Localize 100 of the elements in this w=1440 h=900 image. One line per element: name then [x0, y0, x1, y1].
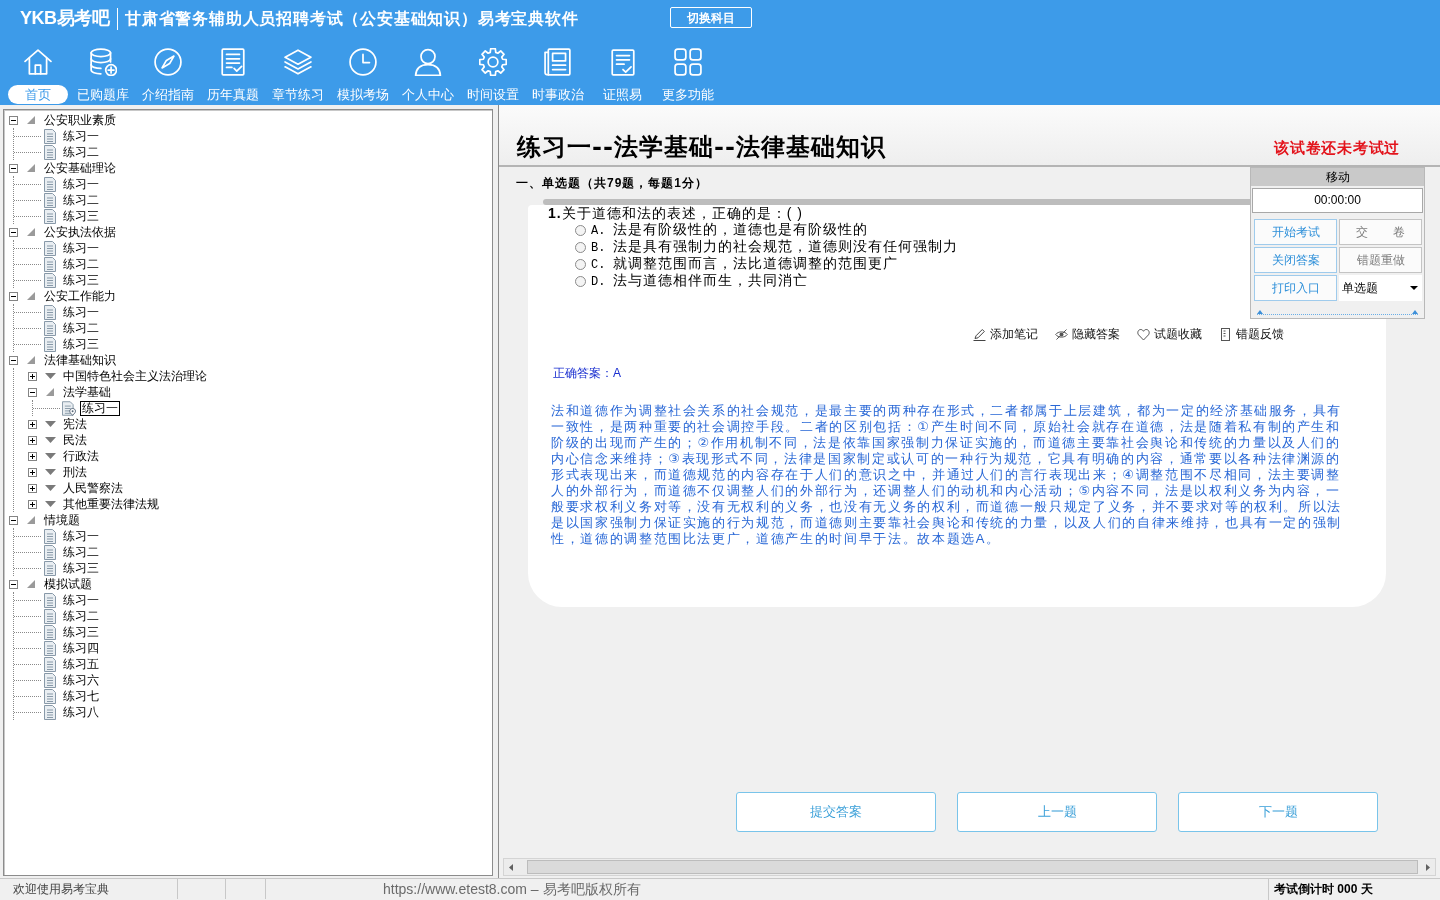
plus-box-icon[interactable] — [27, 435, 37, 445]
document-icon — [44, 688, 56, 704]
checklist-icon[interactable] — [608, 48, 637, 76]
clock-icon[interactable] — [348, 48, 377, 76]
plus-box-icon[interactable] — [27, 371, 37, 381]
plus-box-icon[interactable] — [27, 467, 37, 477]
welcome-text: 欢迎使用易考宝典 — [0, 879, 178, 899]
tree-node-label[interactable]: 公安工作能力 — [42, 288, 118, 304]
correct-answer: 正确答案：A — [553, 366, 621, 380]
tree-node-label[interactable]: 练习四 — [61, 640, 101, 656]
question-type-select[interactable]: 单选题 — [1339, 275, 1422, 301]
tree-node-label[interactable]: 法律基础知识 — [42, 352, 118, 368]
tree-node-label[interactable]: 练习五 — [61, 656, 101, 672]
radio-button[interactable] — [575, 225, 586, 236]
panel-button[interactable]: 打印入口 — [1254, 275, 1337, 301]
tree-node-label[interactable]: 练习二 — [61, 544, 101, 560]
newspaper-icon[interactable] — [543, 48, 572, 76]
tree-node-label[interactable]: 练习一 — [61, 240, 101, 256]
document-icon — [44, 592, 56, 608]
tree-node-label[interactable]: 练习三 — [61, 272, 101, 288]
plus-box-icon[interactable] — [27, 451, 37, 461]
tree-node-label[interactable]: 中国特色社会主义法治理论 — [61, 368, 209, 384]
triangle-icon — [27, 580, 35, 588]
tree-node-label[interactable]: 练习二 — [61, 320, 101, 336]
favorite-link[interactable]: 试题收藏 — [1137, 326, 1202, 342]
exam-title: 练习一--法学基础--法律基础知识 — [517, 132, 886, 162]
tree-node-label[interactable]: 宪法 — [61, 416, 89, 432]
tree-node-label[interactable]: 练习二 — [61, 192, 101, 208]
timer-display: 00:00:00 — [1252, 188, 1423, 213]
option-text: A. 法是有阶级性的，道德也是有阶级性的 — [591, 221, 868, 239]
note-link[interactable]: 添加笔记 — [973, 326, 1038, 342]
panel-title[interactable]: 移动 — [1251, 168, 1424, 186]
tree-node-label[interactable]: 练习一 — [61, 128, 101, 144]
person-icon[interactable] — [413, 48, 442, 76]
tree-node-label[interactable]: 人民警察法 — [61, 480, 125, 496]
tree-node-label[interactable]: 练习三 — [61, 560, 101, 576]
panel-button[interactable]: 关闭答案 — [1254, 247, 1337, 273]
tree-node-label[interactable]: 练习六 — [61, 672, 101, 688]
up-arrow-icon[interactable] — [1412, 310, 1418, 314]
hide-answer-link[interactable]: 隐藏答案 — [1055, 326, 1120, 342]
plus-box-icon[interactable] — [27, 419, 37, 429]
document-icon — [44, 320, 56, 336]
option-text: B. 法是具有强制力的社会规范，道德则没有任何强制力 — [591, 238, 958, 256]
tree-node-label[interactable]: 练习一 — [61, 304, 101, 320]
document-list-icon[interactable] — [218, 48, 247, 76]
tree-node-label[interactable]: 练习三 — [61, 336, 101, 352]
tree-node-label[interactable]: 行政法 — [61, 448, 101, 464]
tree-node-label[interactable]: 练习七 — [61, 688, 101, 704]
tree-node-label[interactable]: 练习三 — [61, 624, 101, 640]
tree-node-label[interactable]: 刑法 — [61, 464, 89, 480]
tree-node-label[interactable]: 模拟试题 — [42, 576, 94, 592]
scroll-right-icon[interactable] — [1426, 863, 1430, 871]
minus-box-icon[interactable] — [8, 163, 18, 173]
tree-node-label[interactable]: 情境题 — [42, 512, 82, 528]
document-icon — [44, 544, 56, 560]
tree-node-label[interactable]: 公安基础理论 — [42, 160, 118, 176]
tree-node-label[interactable]: 练习一 — [61, 592, 101, 608]
heart-icon — [1137, 327, 1150, 341]
tree-node-label[interactable]: 公安执法依据 — [42, 224, 118, 240]
minus-box-icon[interactable] — [8, 227, 18, 237]
tree-node-label[interactable]: 练习二 — [61, 608, 101, 624]
radio-button[interactable] — [575, 259, 586, 270]
minus-box-icon[interactable] — [8, 115, 18, 125]
minus-box-icon[interactable] — [8, 515, 18, 525]
triangle-icon — [44, 469, 56, 475]
minus-box-icon[interactable] — [27, 387, 37, 397]
tree-node-label[interactable]: 练习八 — [61, 704, 101, 720]
tree-node-label[interactable]: 民法 — [61, 432, 89, 448]
radio-button[interactable] — [575, 276, 586, 287]
database-icon[interactable] — [88, 48, 117, 76]
home-icon[interactable] — [23, 48, 52, 76]
up-arrow-icon[interactable] — [1257, 310, 1263, 314]
minus-box-icon[interactable] — [8, 579, 18, 589]
app-logo: YKB易考吧 — [20, 8, 109, 30]
report-error-link[interactable]: 错题反馈 — [1219, 326, 1284, 342]
minus-box-icon[interactable] — [8, 355, 18, 365]
document-icon — [44, 256, 56, 272]
tree-node-label[interactable]: 练习一 — [61, 528, 101, 544]
grid-icon[interactable] — [673, 48, 702, 76]
triangle-icon — [44, 453, 56, 459]
layers-icon[interactable] — [283, 48, 312, 76]
minus-box-icon[interactable] — [8, 291, 18, 301]
panel-button[interactable]: 开始考试 — [1254, 219, 1337, 245]
tree-node-label[interactable]: 其他重要法律法规 — [61, 496, 161, 512]
tree-node-label[interactable]: 练习二 — [61, 256, 101, 272]
tree-node-label[interactable]: 练习一 — [80, 400, 120, 416]
plus-box-icon[interactable] — [27, 499, 37, 509]
compass-icon[interactable] — [153, 48, 182, 76]
document-icon — [44, 144, 56, 160]
tree-node-label[interactable]: 公安职业素质 — [42, 112, 118, 128]
radio-button[interactable] — [575, 242, 586, 253]
settings-icon[interactable] — [478, 48, 507, 76]
tree-node-label[interactable]: 练习三 — [61, 208, 101, 224]
tree-node-label[interactable]: 练习二 — [61, 144, 101, 160]
plus-box-icon[interactable] — [27, 483, 37, 493]
horizontal-scrollbar[interactable] — [503, 858, 1436, 876]
scroll-left-icon[interactable] — [509, 863, 513, 871]
scrollbar-thumb[interactable] — [527, 860, 1418, 874]
tree-node-label[interactable]: 练习一 — [61, 176, 101, 192]
tree-node-label[interactable]: 法学基础 — [61, 384, 113, 400]
